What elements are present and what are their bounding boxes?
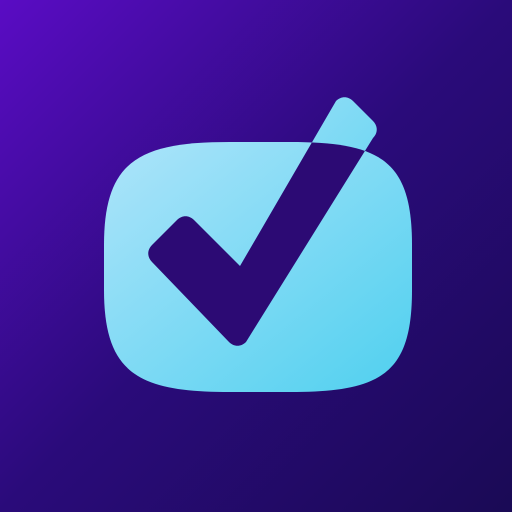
checkbox-check-icon [0, 0, 512, 512]
app-icon [0, 0, 512, 512]
